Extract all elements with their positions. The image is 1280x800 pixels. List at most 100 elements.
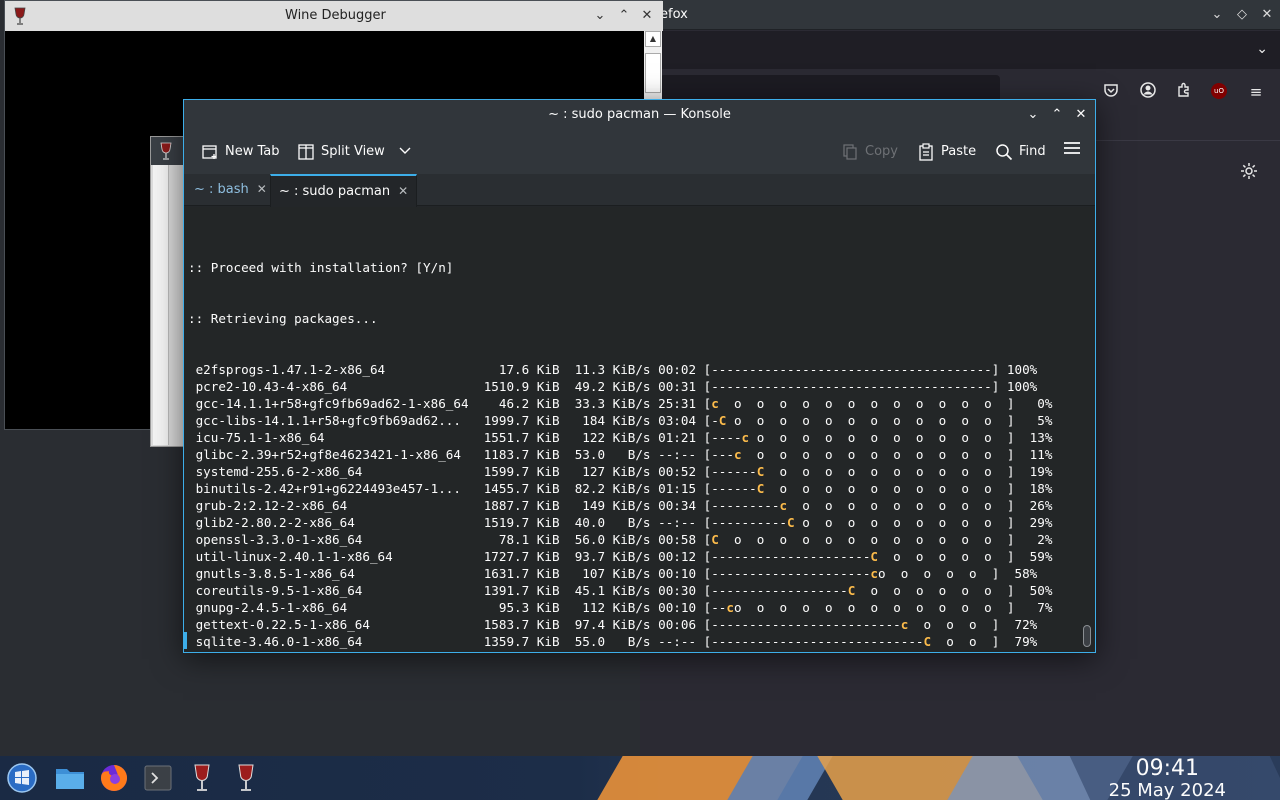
wine-glass-icon (159, 142, 173, 160)
package-name: systemd-255.6-2-x86_64 (188, 464, 484, 479)
progress-bar-track: [------ (696, 481, 757, 496)
konsole-minimize-button[interactable]: ⌄ (1024, 106, 1042, 124)
firefox-minimize-button[interactable]: ⌄ (1208, 6, 1226, 24)
progress-bar-track: [--------------------- (696, 566, 871, 581)
package-name: glibc-2.39+r52+gf8e4623421-1-x86_64 (188, 447, 484, 462)
hamburger-menu-icon[interactable]: ≡ (1246, 82, 1266, 102)
konsole-window[interactable]: ~ : sudo pacman — Konsole ⌄ ⌃ ✕ New Tab … (183, 99, 1096, 653)
new-tab-button[interactable]: New Tab (201, 140, 280, 164)
firefox-restore-button[interactable]: ◇ (1233, 6, 1251, 24)
progress-bar-remaining: o o ] (931, 634, 1000, 649)
extensions-icon[interactable] (1174, 82, 1194, 102)
progress-percent: 29% (1014, 515, 1053, 530)
pacman-glyph: c (733, 447, 742, 462)
account-icon[interactable] (1138, 82, 1158, 102)
tab-sudo-pacman[interactable]: ~ : sudo pacman ✕ (270, 174, 418, 207)
pacman-glyph: c (779, 498, 788, 513)
find-button[interactable]: Find (995, 140, 1046, 164)
firefox-tab-strip: ⌄ (640, 31, 1280, 69)
file-manager-icon[interactable] (54, 762, 86, 794)
terminal-scroll-thumb[interactable] (1083, 625, 1091, 647)
firefox-close-button[interactable]: ✕ (1258, 6, 1276, 24)
pacman-glyph: C (870, 549, 879, 564)
pacman-progress-row: gcc-libs-14.1.1+r58+gfc9fb69ad62... 1999… (188, 412, 1053, 429)
download-eta: --:-- (650, 634, 697, 649)
terminal-view[interactable]: :: Proceed with installation? [Y/n] :: R… (184, 207, 1079, 652)
konsole-titlebar[interactable]: ~ : sudo pacman — Konsole ⌄ ⌃ ✕ (184, 100, 1095, 130)
firefox-title: efox (660, 7, 688, 22)
progress-percent: 50% (1014, 583, 1053, 598)
wine-minimize-button[interactable]: ⌄ (591, 7, 609, 25)
wine-glass-icon[interactable] (230, 762, 262, 794)
progress-bar-remaining: o o o o o o o o o o o o ] (733, 600, 1015, 615)
wine-debugger-titlebar[interactable]: Wine Debugger ⌄ ⌃ ✕ (5, 1, 663, 31)
paste-label: Paste (941, 144, 977, 159)
start-menu-icon[interactable] (6, 762, 38, 794)
package-name: openssl-3.3.0-1-x86_64 (188, 532, 484, 547)
progress-percent: 0% (1014, 396, 1053, 411)
progress-percent: 79% (999, 634, 1038, 649)
wine-close-button[interactable]: ✕ (638, 7, 656, 25)
pacman-progress-row: hwdata-0.382-1-any 14.3 KiB 2.00 B/s --:… (188, 650, 1053, 652)
wine-glass-icon[interactable] (186, 762, 218, 794)
firefox-icon[interactable] (98, 762, 130, 794)
konsole-toolbar: New Tab Split View Copy Paste Find (184, 130, 1095, 174)
paste-button[interactable]: Paste (917, 140, 976, 164)
download-eta: 00:34 (650, 498, 697, 513)
hamburger-menu-button[interactable] (1063, 140, 1081, 164)
download-eta: 03:04 (650, 413, 697, 428)
wine-secondary-scrollbar[interactable] (153, 165, 169, 445)
pocket-icon[interactable] (1101, 82, 1121, 102)
terminal-scrollbar[interactable] (1079, 207, 1095, 652)
wine-maximize-button[interactable]: ⌃ (615, 7, 633, 25)
gear-icon[interactable] (1238, 162, 1260, 184)
progress-bar-remaining: o o o o o o o o o o ] (764, 481, 1015, 496)
clock-time: 09:41 (1135, 756, 1200, 781)
digital-clock[interactable]: 09:41 25 May 2024 (1109, 756, 1226, 800)
terminal-output: :: Proceed with installation? [Y/n] :: R… (188, 225, 1052, 652)
package-name: sqlite-3.46.0-1-x86_64 (188, 634, 484, 649)
package-size: 95.3 KiB (483, 600, 560, 615)
progress-bar-remaining: o o o o o o o o o o o o ] (726, 413, 1015, 428)
progress-bar-track: [-- (696, 600, 727, 615)
progress-percent: 59% (1014, 549, 1053, 564)
download-eta: --:-- (650, 447, 697, 462)
konsole-icon[interactable] (142, 762, 174, 794)
chevron-down-icon[interactable] (399, 144, 411, 159)
terminal-line: :: Proceed with installation? [Y/n] (188, 260, 454, 275)
split-view-label: Split View (321, 144, 385, 159)
konsole-title: ~ : sudo pacman — Konsole (548, 107, 731, 122)
download-eta: 00:10 (650, 600, 697, 615)
close-tab-icon[interactable]: ✕ (398, 184, 408, 198)
package-size: 78.1 KiB (483, 532, 560, 547)
package-size: 1359.7 KiB (483, 634, 560, 649)
split-view-icon (297, 143, 315, 161)
konsole-close-button[interactable]: ✕ (1072, 106, 1090, 124)
firefox-titlebar[interactable]: efox ⌄ ◇ ✕ (640, 0, 1280, 30)
pacman-progress-row: gcc-14.1.1+r58+gfc9fb69ad62-1-x86_64 46.… (188, 395, 1053, 412)
download-rate: 107 KiB/s (559, 566, 651, 581)
copy-button[interactable]: Copy (841, 140, 898, 164)
pacman-progress-row: coreutils-9.5-1-x86_64 1391.7 KiB 45.1 K… (188, 582, 1053, 599)
progress-bar-track: [--------- (696, 498, 780, 513)
copy-label: Copy (865, 144, 898, 159)
konsole-maximize-button[interactable]: ⌃ (1048, 106, 1066, 124)
tab-bash[interactable]: ~ : bash ✕ (186, 174, 275, 206)
split-view-button[interactable]: Split View (297, 140, 411, 164)
progress-bar-track: [ (696, 532, 712, 547)
progress-bar-track: [--- (696, 447, 734, 462)
progress-bar-track: [ (696, 396, 712, 411)
close-tab-icon[interactable]: ✕ (257, 182, 267, 196)
download-rate: 2.00 B/s (560, 651, 651, 652)
wine-scroll-thumb[interactable] (645, 53, 661, 93)
pacman-progress-row: util-linux-2.40.1-1-x86_64 1727.7 KiB 93… (188, 548, 1053, 565)
download-rate: 149 KiB/s (559, 498, 651, 513)
ublock-origin-icon[interactable]: uO (1211, 83, 1227, 99)
pacman-glyph: c (741, 430, 750, 445)
progress-bar-remaining: o o o o o o o o o o o o ] (718, 532, 1015, 547)
list-all-tabs-icon[interactable]: ⌄ (1256, 41, 1268, 57)
scroll-up-icon[interactable]: ▲ (645, 31, 661, 47)
tab-sudo-pacman-label: ~ : sudo pacman (279, 184, 391, 199)
pacman-progress-row: grub-2:2.12-2-x86_64 1887.7 KiB 149 KiB/… (188, 497, 1053, 514)
new-tab-label: New Tab (225, 144, 280, 159)
